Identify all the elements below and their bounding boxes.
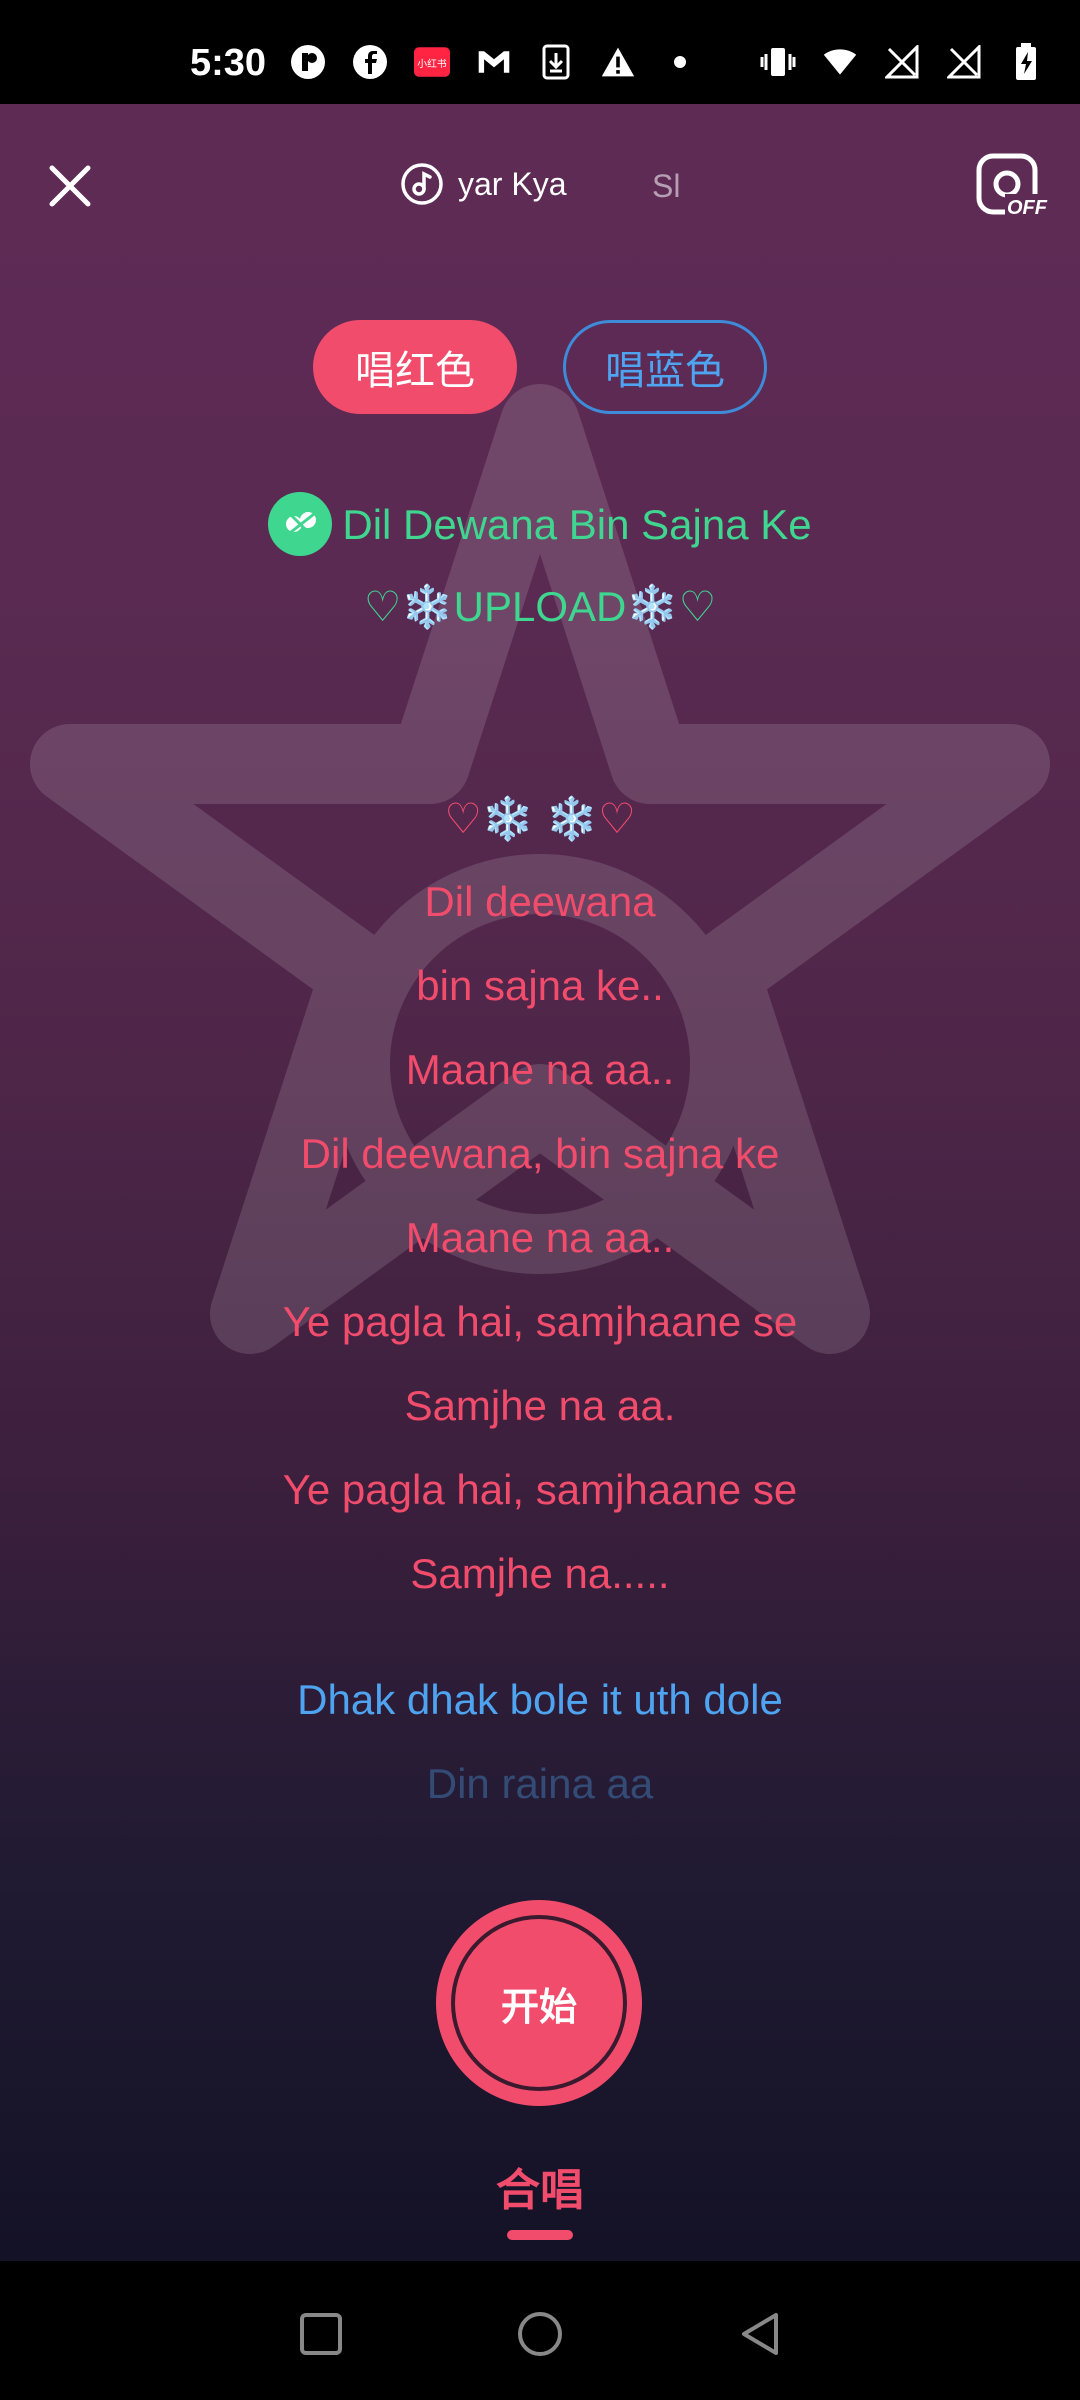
next-song-fragment: Sl bbox=[652, 168, 681, 204]
song-header-subtitle: ♡❄️UPLOAD❄️♡ bbox=[363, 583, 717, 630]
start-button[interactable]: 开始 bbox=[436, 1900, 642, 2106]
status-time: 5:30 bbox=[190, 42, 267, 84]
lyric-line: ♡❄️ ❄️♡ bbox=[444, 795, 636, 842]
song-header-title: Dil Dewana Bin Sajna Ke bbox=[342, 501, 812, 549]
vibrate-icon bbox=[760, 44, 796, 80]
mode-tab-duet[interactable]: 合唱 bbox=[0, 2154, 1080, 2218]
svg-text:OFF: OFF bbox=[1007, 197, 1048, 219]
lyric-line: Samjhe na..... bbox=[410, 1550, 670, 1597]
xiaohongshu-icon: 小红书 bbox=[414, 44, 450, 80]
music-note-icon bbox=[401, 163, 443, 205]
lyric-line: Din raina aa bbox=[426, 1760, 654, 1807]
camera-toggle-button[interactable]: OFF bbox=[975, 152, 1049, 222]
sing-blue-part-button[interactable]: 唱蓝色 bbox=[563, 320, 767, 414]
camera-off-icon: OFF bbox=[976, 153, 1049, 220]
part-selector: 唱红色 唱蓝色 bbox=[0, 320, 1080, 414]
lyric-line: Maane na aa.. bbox=[405, 1046, 675, 1093]
warning-icon bbox=[600, 44, 636, 80]
triangle-back-icon bbox=[742, 2313, 778, 2355]
square-icon bbox=[300, 2313, 342, 2355]
avatar-icon bbox=[285, 512, 317, 538]
no-signal-icon bbox=[946, 44, 982, 80]
start-button-label: 开始 bbox=[451, 1915, 627, 2091]
lyric-line: Dhak dhak bole it uth dole bbox=[297, 1676, 783, 1723]
sing-red-part-button[interactable]: 唱红色 bbox=[313, 320, 517, 414]
home-button[interactable] bbox=[515, 2309, 565, 2359]
song-title: yar Kya bbox=[458, 165, 567, 202]
dot-icon bbox=[662, 44, 698, 80]
battery-charging-icon bbox=[1008, 43, 1044, 80]
app-icon bbox=[290, 44, 326, 80]
duet-partner-avatar[interactable] bbox=[268, 492, 333, 556]
close-button[interactable] bbox=[44, 160, 96, 212]
lyric-line: Ye pagla hai, samjhaane se bbox=[282, 1298, 798, 1345]
close-icon bbox=[49, 165, 91, 207]
download-icon bbox=[538, 44, 574, 80]
recents-button[interactable] bbox=[296, 2309, 346, 2359]
lyric-line: Dil deewana, bin sajna ke bbox=[300, 1130, 780, 1177]
lyric-line: bin sajna ke.. bbox=[416, 962, 664, 1009]
song-selector[interactable]: yar Kya bbox=[400, 162, 566, 206]
top-bar: yar Kya Sl OFF bbox=[0, 104, 1080, 264]
wifi-icon bbox=[822, 44, 858, 80]
system-navigation-bar bbox=[0, 2261, 1080, 2400]
lyric-line: Dil deewana bbox=[424, 878, 656, 925]
system-icons bbox=[760, 43, 1044, 80]
back-button[interactable] bbox=[736, 2309, 786, 2359]
no-signal-icon bbox=[884, 44, 920, 80]
facebook-icon bbox=[352, 44, 388, 80]
lyric-line: Samjhe na aa. bbox=[404, 1382, 676, 1429]
circle-icon bbox=[518, 2312, 562, 2356]
lyric-line: Ye pagla hai, samjhaane se bbox=[282, 1466, 798, 1513]
lyric-line: Maane na aa.. bbox=[405, 1214, 675, 1261]
status-bar: 5:30 小红书 bbox=[0, 0, 1080, 104]
notification-icons: 小红书 bbox=[290, 44, 698, 80]
lyrics-header: Dil Dewana Bin Sajna Ke bbox=[0, 492, 1080, 560]
mode-tab-indicator bbox=[507, 2230, 573, 2240]
svg-text:小红书: 小红书 bbox=[417, 57, 447, 70]
gmail-icon bbox=[476, 44, 512, 80]
karaoke-screen: yar Kya Sl OFF 唱红色 唱蓝色 Dil Dewana Bin Sa… bbox=[0, 104, 1080, 2261]
